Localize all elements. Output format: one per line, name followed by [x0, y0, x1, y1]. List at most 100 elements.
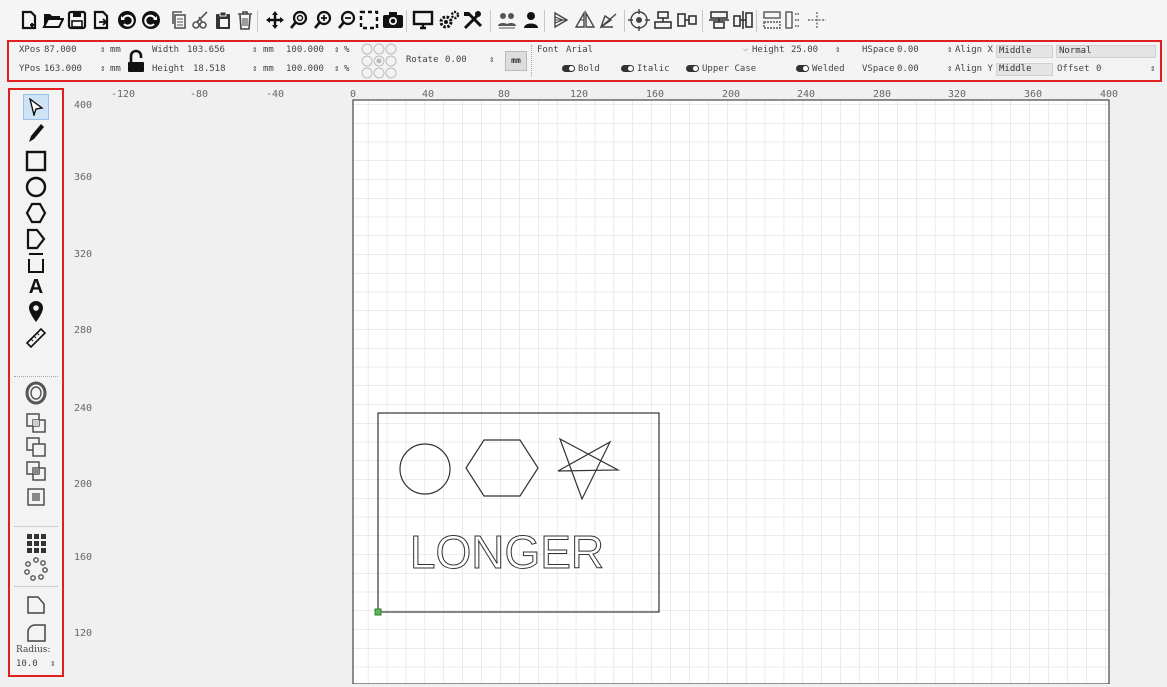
scale-y-spinner[interactable]: ⇕ — [334, 64, 339, 74]
machine-settings-icon[interactable] — [438, 8, 460, 32]
zoom-fit-icon[interactable] — [288, 8, 310, 32]
xpos-spinner[interactable]: ⇕ — [100, 45, 105, 55]
move-icon[interactable] — [264, 8, 286, 32]
arrange-icon[interactable] — [732, 8, 754, 32]
intersect-icon — [26, 461, 46, 481]
select-tool[interactable] — [10, 94, 62, 120]
exclude-tool[interactable] — [10, 484, 62, 510]
rotate-icon[interactable] — [598, 8, 620, 32]
scale-x-input[interactable]: 100.000 — [286, 45, 324, 55]
crosshair-icon[interactable] — [806, 8, 828, 32]
rectangle-tool[interactable] — [10, 148, 62, 174]
divider — [14, 376, 58, 377]
mirror-h-icon[interactable] — [550, 8, 572, 32]
camera-icon[interactable] — [382, 8, 404, 32]
group-icon[interactable] — [496, 8, 518, 32]
zoom-in-icon[interactable] — [312, 8, 334, 32]
star-tool[interactable] — [10, 226, 62, 252]
divider — [14, 586, 58, 587]
select-frame-icon[interactable] — [358, 8, 380, 32]
scale-x-spinner[interactable]: ⇕ — [334, 45, 339, 55]
bevel-tool[interactable] — [10, 592, 62, 618]
intersect-tool[interactable] — [10, 458, 62, 484]
vspace-input[interactable]: 0.00 — [897, 64, 919, 74]
tools-icon[interactable] — [462, 8, 484, 32]
unit-toggle-button[interactable]: mm — [505, 51, 527, 71]
height-spinner[interactable]: ⇕ — [252, 64, 257, 74]
radius-spinner[interactable]: ⇕ — [50, 659, 55, 669]
ruler-x-label: 160 — [646, 89, 664, 100]
open-icon[interactable] — [42, 8, 64, 32]
redo-icon[interactable] — [140, 8, 162, 32]
italic-toggle[interactable]: Italic — [621, 64, 670, 74]
center-icon[interactable] — [628, 8, 650, 32]
pen-tool[interactable] — [10, 120, 62, 146]
height-input[interactable]: 18.518 — [193, 64, 226, 74]
width-input[interactable]: 103.656 — [187, 45, 225, 55]
array-icon[interactable] — [784, 8, 806, 32]
ypos-spinner[interactable]: ⇕ — [100, 64, 105, 74]
frame-tool[interactable] — [10, 250, 62, 276]
offset-spinner[interactable]: ⇕ — [1150, 64, 1155, 74]
upper-case-toggle[interactable]: Upper Case — [686, 64, 756, 74]
radius-input[interactable]: 10.0 — [16, 659, 38, 669]
text-tool[interactable]: A — [10, 274, 62, 300]
bold-switch-icon — [562, 65, 575, 72]
design-canvas-area[interactable]: -120 -80 -40 0 40 80 120 160 200 240 280… — [66, 86, 1167, 685]
ellipse-tool[interactable] — [10, 174, 62, 200]
cut-icon[interactable] — [190, 8, 212, 32]
upper-case-switch-icon — [686, 65, 699, 72]
save-icon[interactable] — [66, 8, 88, 32]
delete-icon[interactable] — [234, 8, 256, 32]
save-as-icon[interactable] — [90, 8, 112, 32]
paste-icon[interactable] — [212, 8, 234, 32]
scale-y-input[interactable]: 100.000 — [286, 64, 324, 74]
zoom-out-icon[interactable] — [336, 8, 358, 32]
copy-icon[interactable] — [168, 8, 190, 32]
bold-toggle[interactable]: Bold — [562, 64, 600, 74]
offset-input[interactable]: 0 — [1096, 64, 1101, 74]
circular-array-tool[interactable] — [10, 556, 62, 582]
design-canvas[interactable]: -120 -80 -40 0 40 80 120 160 200 240 280… — [66, 86, 1167, 685]
subtract-tool[interactable] — [10, 434, 62, 460]
ungroup-icon[interactable] — [520, 8, 542, 32]
hspace-spinner[interactable]: ⇕ — [947, 45, 952, 55]
ypos-unit: mm — [110, 64, 121, 74]
text-height-spinner[interactable]: ⇕ — [835, 45, 840, 55]
array-tool[interactable] — [10, 530, 62, 556]
style-select[interactable]: Normal — [1056, 45, 1156, 58]
divider — [531, 45, 533, 77]
measure-tool[interactable] — [10, 325, 62, 351]
longer-text-shape[interactable]: LONGER — [409, 526, 604, 579]
marker-tool[interactable] — [10, 299, 62, 325]
offset-tool[interactable] — [10, 380, 62, 406]
welded-toggle[interactable]: Welded — [796, 64, 845, 74]
text-height-input[interactable]: 25.00 — [791, 45, 818, 55]
dock-icon[interactable] — [708, 8, 730, 32]
hspace-input[interactable]: 0.00 — [897, 45, 919, 55]
mirror-v-icon[interactable] — [574, 8, 596, 32]
monitor-icon[interactable] — [412, 8, 434, 32]
xpos-input[interactable]: 87.000 — [44, 45, 77, 55]
grid-icon[interactable] — [762, 8, 784, 32]
chevron-down-icon[interactable]: ⌵ — [743, 44, 748, 54]
distribute-icon[interactable] — [676, 8, 698, 32]
new-icon[interactable] — [18, 8, 40, 32]
undo-icon[interactable] — [116, 8, 138, 32]
align-x-select[interactable]: Middle — [996, 45, 1053, 58]
lock-icon[interactable] — [125, 48, 147, 81]
round-corner-tool[interactable] — [10, 620, 62, 646]
ruler-x-label: -40 — [266, 89, 284, 100]
rotate-input[interactable]: 0.00 — [445, 55, 467, 65]
origin-marker[interactable] — [374, 608, 382, 616]
align-y-select[interactable]: Middle — [996, 63, 1053, 76]
union-tool[interactable] — [10, 410, 62, 436]
width-spinner[interactable]: ⇕ — [252, 45, 257, 55]
align-icon[interactable] — [652, 8, 674, 32]
ypos-input[interactable]: 163.000 — [44, 64, 82, 74]
vspace-spinner[interactable]: ⇕ — [947, 64, 952, 74]
anchor-point-grid[interactable] — [361, 43, 397, 82]
polygon-tool[interactable] — [10, 200, 62, 226]
rotate-spinner[interactable]: ⇕ — [489, 55, 494, 65]
font-select[interactable]: Arial — [566, 45, 593, 55]
